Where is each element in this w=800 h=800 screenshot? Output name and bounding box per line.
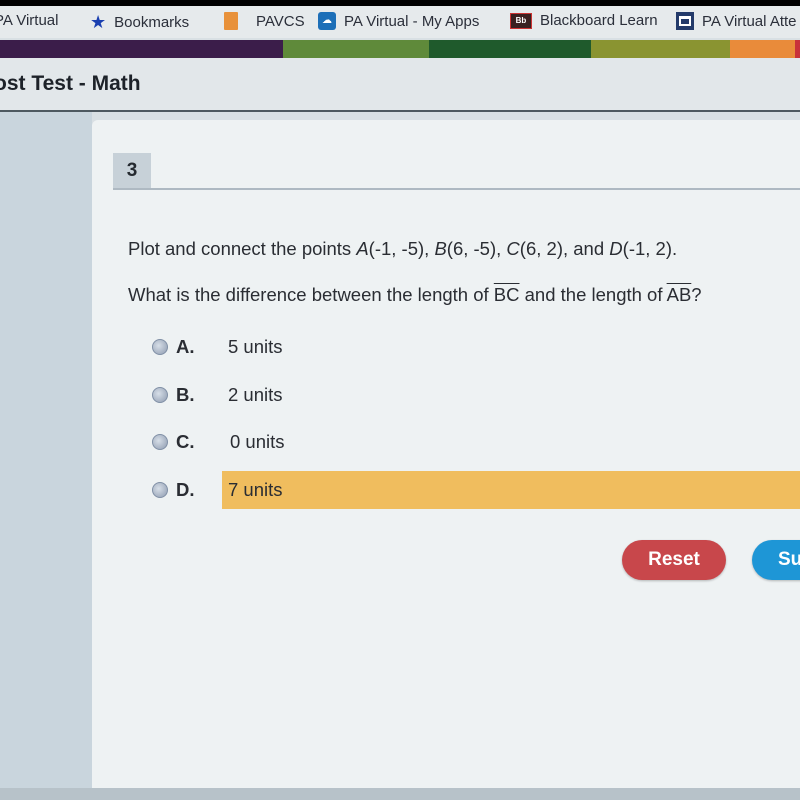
bookmark-my-apps[interactable]: ☁ PA Virtual - My Apps [318, 12, 479, 30]
color-segment [730, 40, 795, 58]
radio-button[interactable] [152, 339, 168, 355]
screen-bottom-edge [0, 788, 800, 800]
choice-letter: D. [176, 479, 195, 500]
bookmark-label: PA Virtual - My Apps [344, 12, 480, 30]
separator: . [672, 238, 678, 259]
point-coords: (6, -5) [446, 238, 497, 259]
color-bar [0, 40, 800, 58]
point-coords: (-1, -5) [368, 238, 425, 259]
color-segment [0, 40, 283, 58]
bookmark-label: PA Virtual Atte [702, 12, 797, 30]
point-coords: (6, 2) [519, 238, 563, 259]
radio-button[interactable] [152, 482, 168, 498]
segment-bc: BC [493, 284, 520, 305]
bookmark-bookmarks[interactable]: ★ Bookmarks [90, 12, 189, 33]
radio-button[interactable] [152, 434, 168, 450]
point-coords: (-1, 2) [622, 238, 672, 259]
choice-text[interactable]: 2 units [222, 376, 800, 414]
choice-letter: A. [176, 336, 195, 357]
bookmark-label: Blackboard Learn [540, 12, 658, 29]
question-number: 3 [113, 153, 151, 188]
point-name: C [506, 238, 520, 259]
segment-ab: AB [666, 284, 692, 305]
submit-button[interactable]: Su [752, 540, 800, 580]
question-panel: 3 Plot and connect the points A(-1, -5),… [92, 120, 800, 800]
color-segment [795, 40, 800, 58]
blackboard-icon: Bb [510, 12, 532, 29]
question-text-line2: What is the difference between the lengt… [128, 284, 702, 306]
separator: , [424, 238, 435, 259]
bookmark-label: PA Virtual [0, 12, 59, 29]
point-name: A [356, 238, 369, 259]
separator: , [496, 238, 507, 259]
radio-button[interactable] [152, 387, 168, 403]
bookmark-label: PAVCS [256, 12, 305, 30]
color-segment [591, 40, 730, 58]
bookmark-pavcs[interactable]: PAVCS [224, 12, 305, 30]
question-part: What is the difference between the lengt… [128, 284, 494, 305]
choice-letter: C. [176, 431, 195, 452]
point-name: D [609, 238, 623, 259]
attendance-icon [676, 12, 694, 30]
sidebar [0, 112, 92, 800]
choice-text[interactable]: 5 units [222, 328, 800, 366]
folder-icon [224, 12, 238, 30]
bookmark-pa-virtual[interactable]: PA Virtual [0, 12, 58, 29]
question-part: and the length of [519, 284, 667, 305]
star-icon: ★ [90, 12, 107, 32]
question-part: ? [691, 284, 702, 305]
page-header: ost Test - Math [0, 58, 800, 112]
choice-text[interactable]: 0 units [222, 423, 800, 461]
choice-text-selected[interactable]: 7 units [222, 471, 800, 509]
separator: , and [562, 238, 610, 259]
choice-a[interactable]: A. 5 units [152, 328, 800, 366]
color-segment [429, 40, 591, 58]
bookmarks-bar: PA Virtual ★ Bookmarks PAVCS ☁ PA Virtua… [0, 6, 800, 38]
bookmark-label: Bookmarks [114, 14, 190, 31]
question-number-row: 3 [113, 153, 800, 190]
choice-c[interactable]: C. 0 units [152, 423, 800, 461]
bookmark-blackboard[interactable]: Bb Blackboard Learn [510, 12, 658, 29]
choice-d[interactable]: D. 7 units [152, 471, 800, 509]
choice-letter: B. [176, 384, 195, 405]
apps-icon: ☁ [318, 12, 336, 30]
color-segment [283, 40, 429, 58]
point-name: B [434, 238, 447, 259]
reset-button[interactable]: Reset [622, 540, 726, 580]
bookmark-attendance[interactable]: PA Virtual Atte [676, 12, 797, 30]
page-title: ost Test - Math [0, 72, 141, 95]
choice-b[interactable]: B. 2 units [152, 376, 800, 414]
question-prefix: Plot and connect the points [128, 238, 357, 259]
question-text-line1: Plot and connect the points A(-1, -5), B… [128, 238, 677, 260]
